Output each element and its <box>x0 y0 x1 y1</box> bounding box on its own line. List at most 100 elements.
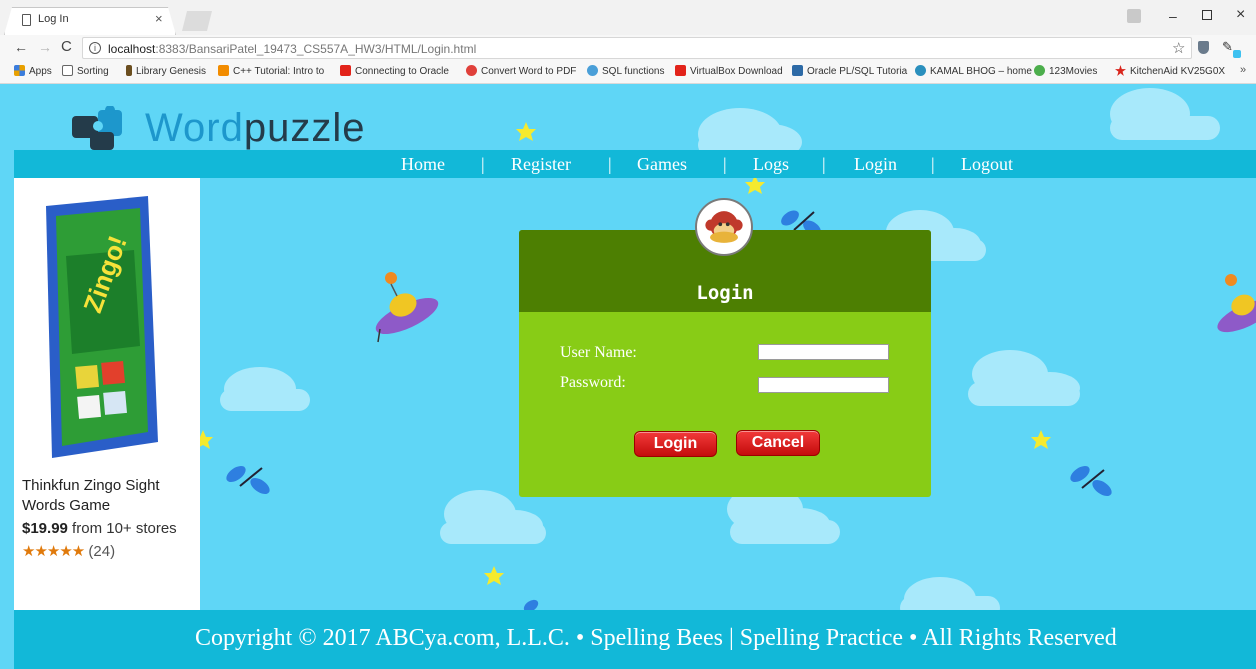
address-bar: ← → C i localhost:8383/BansariPatel_1947… <box>0 35 1256 61</box>
url-input[interactable]: i localhost:8383/BansariPatel_19473_CS55… <box>82 37 1192 59</box>
bookmark-label: Apps <box>29 66 52 77</box>
nav-separator: | <box>481 154 485 174</box>
bookmark-oracle[interactable]: Connecting to Oracle <box>340 65 449 77</box>
tab-title[interactable]: Log In <box>38 13 69 25</box>
bookmarks-bar: Apps Sorting Library Genesis C++ Tutoria… <box>0 61 1256 84</box>
url-text: localhost:8383/BansariPatel_19473_CS557A… <box>108 42 476 56</box>
bookmark-cpp-tutorial[interactable]: C++ Tutorial: Intro to <box>218 65 324 77</box>
nav-games[interactable]: Games <box>637 154 687 175</box>
password-input[interactable] <box>758 377 889 393</box>
product-ad[interactable]: Zingo! Thinkfun Zingo Sight Words Game $… <box>14 178 200 610</box>
ufo-icon <box>1217 274 1256 333</box>
more-bookmarks-icon[interactable]: » <box>1240 64 1246 76</box>
bookmark-plsql-tutorial[interactable]: Oracle PL/SQL Tutoria <box>792 65 907 77</box>
page-icon <box>62 65 73 76</box>
bookmark-123movies[interactable]: 123Movies <box>1034 65 1097 77</box>
star-icon <box>1031 430 1051 449</box>
nav-separator: | <box>608 154 612 174</box>
monkey-avatar-icon <box>695 198 753 256</box>
login-panel: Login User Name: Password: Login Cancel <box>519 230 931 497</box>
page-icon <box>22 14 31 26</box>
ufo-icon <box>375 272 439 343</box>
nav-login[interactable]: Login <box>854 154 897 175</box>
tutorial-icon <box>792 65 803 76</box>
nav-register[interactable]: Register <box>511 154 571 175</box>
bookmark-kitchenaid[interactable]: KitchenAid KV25G0X <box>1115 65 1225 77</box>
ad-price: $19.99 from 10+ stores <box>22 520 177 537</box>
bookmark-label: Oracle PL/SQL Tutoria <box>807 66 908 77</box>
puzzle-logo-icon <box>72 106 122 150</box>
cloud-icon <box>220 367 310 411</box>
maximize-icon[interactable] <box>1202 10 1212 20</box>
back-arrow-icon[interactable]: ← <box>14 39 28 55</box>
login-button[interactable]: Login <box>634 431 717 457</box>
bookmark-label: KAMAL BHOG – home <box>930 66 1032 77</box>
bookmark-label: 123Movies <box>1049 66 1098 77</box>
dragonfly-icon <box>226 466 270 494</box>
bookmark-word-to-pdf[interactable]: Convert Word to PDF <box>466 65 576 77</box>
dragonfly-icon <box>1070 466 1112 496</box>
star-icon <box>516 122 536 141</box>
library-icon <box>126 65 132 76</box>
cplusplus-icon <box>218 65 229 76</box>
bookmark-label: C++ Tutorial: Intro to <box>233 66 325 77</box>
bookmark-virtualbox[interactable]: VirtualBox Download <box>675 65 783 77</box>
reload-icon[interactable]: C <box>61 38 72 55</box>
bookmark-apps[interactable]: Apps <box>14 65 52 77</box>
forward-arrow-icon[interactable]: → <box>38 39 52 55</box>
ad-rating: ★★★★★ (24) <box>22 542 115 560</box>
page-viewport: Wordpuzzle Home | Register | Games | Log… <box>0 84 1256 669</box>
shield-extension-icon[interactable] <box>1198 41 1209 54</box>
bookmark-label: Convert Word to PDF <box>481 66 577 77</box>
bookmark-label: KitchenAid KV25G0X <box>1130 66 1226 77</box>
url-host: localhost <box>108 42 156 56</box>
cancel-button[interactable]: Cancel <box>736 430 820 456</box>
rating-stars-icon: ★★★★★ <box>22 543 85 560</box>
logo-text: Wordpuzzle <box>145 104 365 152</box>
ad-review-count: (24) <box>88 543 116 560</box>
wordpress-icon <box>915 65 926 76</box>
nav-separator: | <box>822 154 826 174</box>
url-path: :8383/BansariPatel_19473_CS557A_HW3/HTML… <box>155 42 477 56</box>
convert-icon <box>466 65 477 76</box>
logo-word-1: Word <box>145 106 244 150</box>
minimize-icon[interactable]: – <box>1169 8 1177 24</box>
nav-logout[interactable]: Logout <box>961 154 1013 175</box>
info-icon[interactable]: i <box>89 42 101 54</box>
main-nav: Home | Register | Games | Logs | Login |… <box>14 150 1256 178</box>
nav-home[interactable]: Home <box>401 154 445 175</box>
close-window-icon[interactable]: × <box>1236 6 1245 24</box>
login-title: Login <box>696 282 754 304</box>
oracle-icon <box>675 65 686 76</box>
cloud-icon <box>968 350 1080 406</box>
bookmark-label: SQL functions <box>602 66 665 77</box>
close-tab-icon[interactable]: × <box>155 11 163 26</box>
nav-separator: | <box>931 154 935 174</box>
new-tab-button[interactable] <box>182 11 212 31</box>
apps-grid-icon <box>14 65 25 76</box>
bookmark-label: Connecting to Oracle <box>355 66 449 77</box>
game-box-image: Zingo! <box>46 196 158 458</box>
nav-separator: | <box>723 154 727 174</box>
sql-icon <box>587 65 598 76</box>
browser-tab-bar: Log In × – × <box>0 0 1256 35</box>
bookmark-library-genesis[interactable]: Library Genesis <box>126 65 206 77</box>
username-input[interactable] <box>758 344 889 360</box>
nav-logs[interactable]: Logs <box>753 154 789 175</box>
cloud-icon <box>1110 88 1220 140</box>
oracle-icon <box>340 65 351 76</box>
bookmark-star-icon[interactable]: ☆ <box>1172 39 1185 57</box>
logo-word-2: puzzle <box>243 106 366 150</box>
bookmark-kamal-bhog[interactable]: KAMAL BHOG – home <box>915 65 1032 77</box>
bookmark-sorting[interactable]: Sorting <box>62 65 109 77</box>
bookmark-label: Library Genesis <box>136 66 207 77</box>
bookmark-sql-functions[interactable]: SQL functions <box>587 65 664 77</box>
ad-title[interactable]: Thinkfun Zingo Sight Words Game <box>22 476 192 516</box>
username-label: User Name: <box>560 344 637 361</box>
bookmark-label: VirtualBox Download <box>690 66 783 77</box>
site-footer: Copyright © 2017 ABCya.com, L.L.C. • Spe… <box>14 610 1256 669</box>
ad-price-value: $19.99 <box>22 520 68 537</box>
profile-icon[interactable] <box>1127 9 1141 23</box>
extension-badge-icon <box>1233 50 1241 58</box>
pen-extension-icon[interactable]: ✎ <box>1222 39 1233 55</box>
